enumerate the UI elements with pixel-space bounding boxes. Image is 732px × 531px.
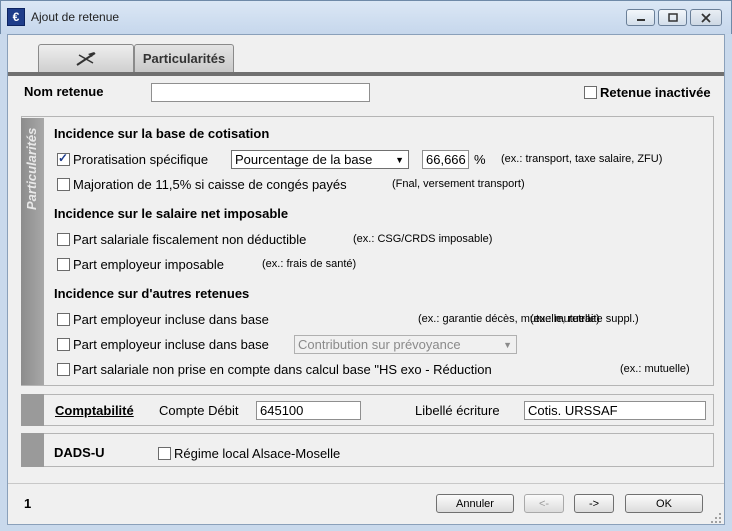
proratisation-value-input[interactable]: 66,666	[422, 150, 469, 169]
comptabilite-side-strip	[21, 394, 44, 426]
compte-debit-input[interactable]: 645100	[256, 401, 361, 420]
dropdown-arrow-icon: ▼	[503, 340, 512, 350]
tab-divider	[8, 72, 724, 76]
regime-local-checkbox[interactable]	[158, 447, 171, 460]
minimize-button[interactable]	[626, 9, 655, 26]
maximize-icon	[667, 13, 678, 22]
salaire-net-title: Incidence sur le salaire net imposable	[54, 206, 289, 221]
close-icon	[701, 12, 711, 23]
base-cotisation-title: Incidence sur la base de cotisation	[54, 126, 270, 141]
majoration-label: Majoration de 11,5% si caisse de congés …	[73, 177, 347, 192]
employeur-incluse-2-select-value: Contribution sur prévoyance	[298, 337, 461, 352]
previous-button[interactable]: <-	[524, 494, 564, 513]
employeur-incluse-2-select[interactable]: Contribution sur prévoyance ▼	[294, 335, 517, 354]
app-icon: €	[7, 8, 25, 26]
autres-retenues-title: Incidence sur d'autres retenues	[54, 286, 250, 301]
percent-sign: %	[474, 152, 486, 167]
proratisation-select-value: Pourcentage de la base	[235, 152, 373, 167]
part-employeur-imposable-checkbox[interactable]	[57, 258, 70, 271]
majoration-checkbox[interactable]	[57, 178, 70, 191]
particularites-side-strip: Particularités	[21, 118, 44, 385]
retenue-inactivee-label: Retenue inactivée	[600, 85, 711, 100]
proratisation-select[interactable]: Pourcentage de la base ▼	[231, 150, 409, 169]
retenue-inactivee-checkbox[interactable]	[584, 86, 597, 99]
comptabilite-link[interactable]: Comptabilité	[55, 403, 134, 418]
dadsu-side-strip	[21, 433, 44, 467]
dropdown-arrow-icon: ▼	[395, 155, 404, 165]
maximize-button[interactable]	[658, 9, 687, 26]
part-employeur-imposable-label: Part employeur imposable	[73, 257, 225, 272]
proratisation-hint: (ex.: transport, taxe salaire, ZFU)	[501, 153, 663, 165]
part-salariale-label: Part salariale fiscalement non déductibl…	[73, 232, 307, 247]
footer-divider	[8, 483, 724, 484]
next-button[interactable]: ->	[574, 494, 614, 513]
nom-retenue-input[interactable]	[151, 83, 370, 102]
libelle-ecriture-label: Libellé écriture	[415, 403, 500, 418]
salariale-non-prise-hint: (ex.: mutuelle)	[620, 363, 690, 375]
employeur-incluse-1-checkbox[interactable]	[57, 313, 70, 326]
employeur-incluse-1-label: Part employeur incluse dans base	[73, 312, 269, 327]
proratisation-label: Proratisation spécifique	[73, 152, 209, 167]
particularites-side-label: Particularités	[24, 127, 39, 210]
libelle-ecriture-input[interactable]: Cotis. URSSAF	[524, 401, 706, 420]
resize-grip-icon[interactable]	[710, 512, 722, 524]
part-salariale-checkbox[interactable]	[57, 233, 70, 246]
regime-local-label: Régime local Alsace-Moselle	[174, 446, 341, 461]
salariale-non-prise-label: Part salariale non prise en compte dans …	[73, 362, 492, 377]
dadsu-panel	[21, 433, 714, 467]
minimize-icon	[636, 18, 645, 21]
close-button[interactable]	[690, 9, 722, 26]
nom-retenue-label: Nom retenue	[24, 84, 104, 99]
tab-particularites[interactable]: Particularités	[134, 44, 234, 72]
ok-button[interactable]: OK	[625, 494, 703, 513]
tools-icon	[76, 51, 96, 66]
dadsu-title: DADS-U	[54, 445, 105, 460]
employeur-incluse-1-hint: (ex.: garantie décès, mutuelle, retraite…	[418, 313, 639, 325]
part-salariale-hint: (ex.: CSG/CRDS imposable)	[353, 233, 493, 245]
tab-general[interactable]	[38, 44, 134, 72]
majoration-hint: (Fnal, versement transport)	[392, 178, 525, 190]
salariale-non-prise-checkbox[interactable]	[57, 363, 70, 376]
part-employeur-imposable-hint: (ex.: frais de santé)	[262, 258, 357, 270]
proratisation-checkbox[interactable]	[57, 151, 70, 166]
window-title: Ajout de retenue	[31, 10, 120, 24]
employeur-incluse-2-label: Part employeur incluse dans base	[73, 337, 269, 352]
compte-debit-label: Compte Débit	[159, 403, 239, 418]
employeur-incluse-1-hint-overlay: (ex.: mutuelle)	[530, 313, 600, 325]
employeur-incluse-2-checkbox[interactable]	[57, 338, 70, 351]
page-number: 1	[24, 496, 32, 511]
annuler-button[interactable]: Annuler	[436, 494, 514, 513]
